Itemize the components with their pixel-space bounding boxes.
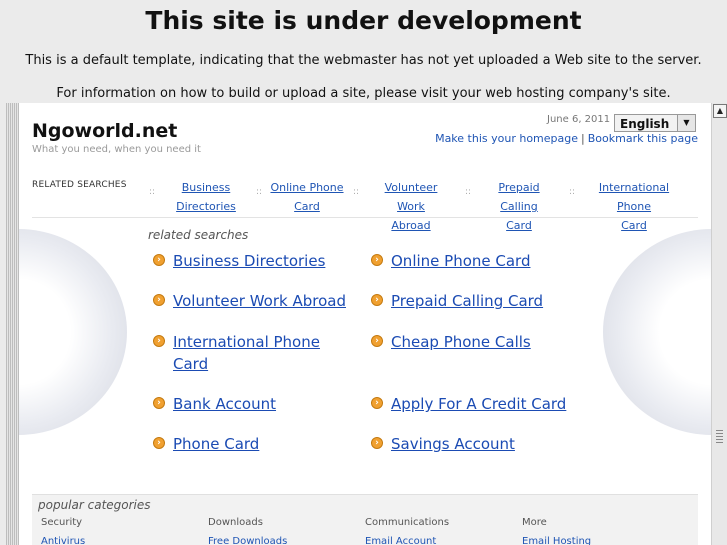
language-select[interactable]: English ▼: [614, 114, 696, 132]
category-heading: Security: [41, 517, 83, 528]
arrow-right-icon: ›: [371, 294, 383, 306]
divider: [32, 217, 698, 218]
arrow-right-icon: ›: [371, 437, 383, 449]
category-heading: Communications: [365, 517, 450, 528]
nav-link-business-directories[interactable]: Business Directories: [169, 178, 243, 216]
scroll-grip-icon[interactable]: [716, 430, 723, 444]
arrow-right-icon: ›: [153, 397, 165, 409]
page-heading: This site is under development: [145, 6, 582, 35]
right-scrollbar[interactable]: ▲: [711, 103, 727, 545]
nav-separator: ::: [149, 187, 156, 197]
nav-separator: ::: [353, 187, 360, 197]
nav-separator: ::: [256, 187, 263, 197]
arrow-right-icon: ›: [371, 397, 383, 409]
nav-link-online-phone-card[interactable]: Online Phone Card: [269, 178, 345, 216]
arrow-right-icon: ›: [371, 335, 383, 347]
nav-link-volunteer-work-abroad[interactable]: Volunteer Work Abroad: [369, 178, 453, 235]
category-heading: More: [522, 517, 547, 528]
category-link[interactable]: Email Hosting: [522, 536, 591, 545]
left-scrollbar[interactable]: [6, 103, 19, 545]
related-searches-heading: related searches: [148, 228, 249, 242]
nav-link-prepaid-calling-card[interactable]: Prepaid Calling Card: [478, 178, 560, 235]
category-link[interactable]: Antivirus: [41, 536, 85, 545]
nav-separator: ::: [569, 187, 576, 197]
category-heading: Downloads: [208, 517, 263, 528]
popular-categories-box: popular categories Security Antivirus Do…: [32, 494, 698, 545]
arrow-right-icon: ›: [153, 294, 165, 306]
arrow-right-icon: ›: [153, 254, 165, 266]
link-separator: |: [581, 132, 585, 145]
category-link[interactable]: Free Downloads: [208, 536, 287, 545]
date-label: June 6, 2011: [547, 114, 611, 125]
arrow-right-icon: ›: [371, 254, 383, 266]
parked-page-frame: Ngoworld.net What you need, when you nee…: [19, 103, 711, 545]
decorative-disc-right: [603, 229, 711, 435]
language-value: English: [620, 117, 670, 131]
related-searches-label: RELATED SEARCHES: [32, 180, 127, 190]
top-links: Make this your homepage | Bookmark this pa…: [435, 132, 698, 145]
category-link[interactable]: Email Account: [365, 536, 436, 545]
notice-line-2: For information on how to build or uploa…: [56, 86, 671, 101]
notice-line-1: This is a default template, indicating t…: [25, 53, 702, 68]
site-name: Ngoworld.net: [32, 120, 178, 142]
nav-separator: ::: [465, 187, 472, 197]
site-tagline: What you need, when you need it: [32, 144, 201, 155]
nav-link-international-phone-card[interactable]: International Phone Card: [583, 178, 685, 235]
popular-categories-title: popular categories: [38, 498, 151, 512]
arrow-right-icon: ›: [153, 437, 165, 449]
decorative-disc-left: [19, 229, 127, 435]
make-homepage-link[interactable]: Make this your homepage: [435, 132, 578, 145]
arrow-right-icon: ›: [153, 335, 165, 347]
scroll-up-icon[interactable]: ▲: [713, 104, 727, 118]
chevron-down-icon[interactable]: ▼: [677, 115, 695, 131]
bookmark-link[interactable]: Bookmark this page: [588, 132, 698, 145]
